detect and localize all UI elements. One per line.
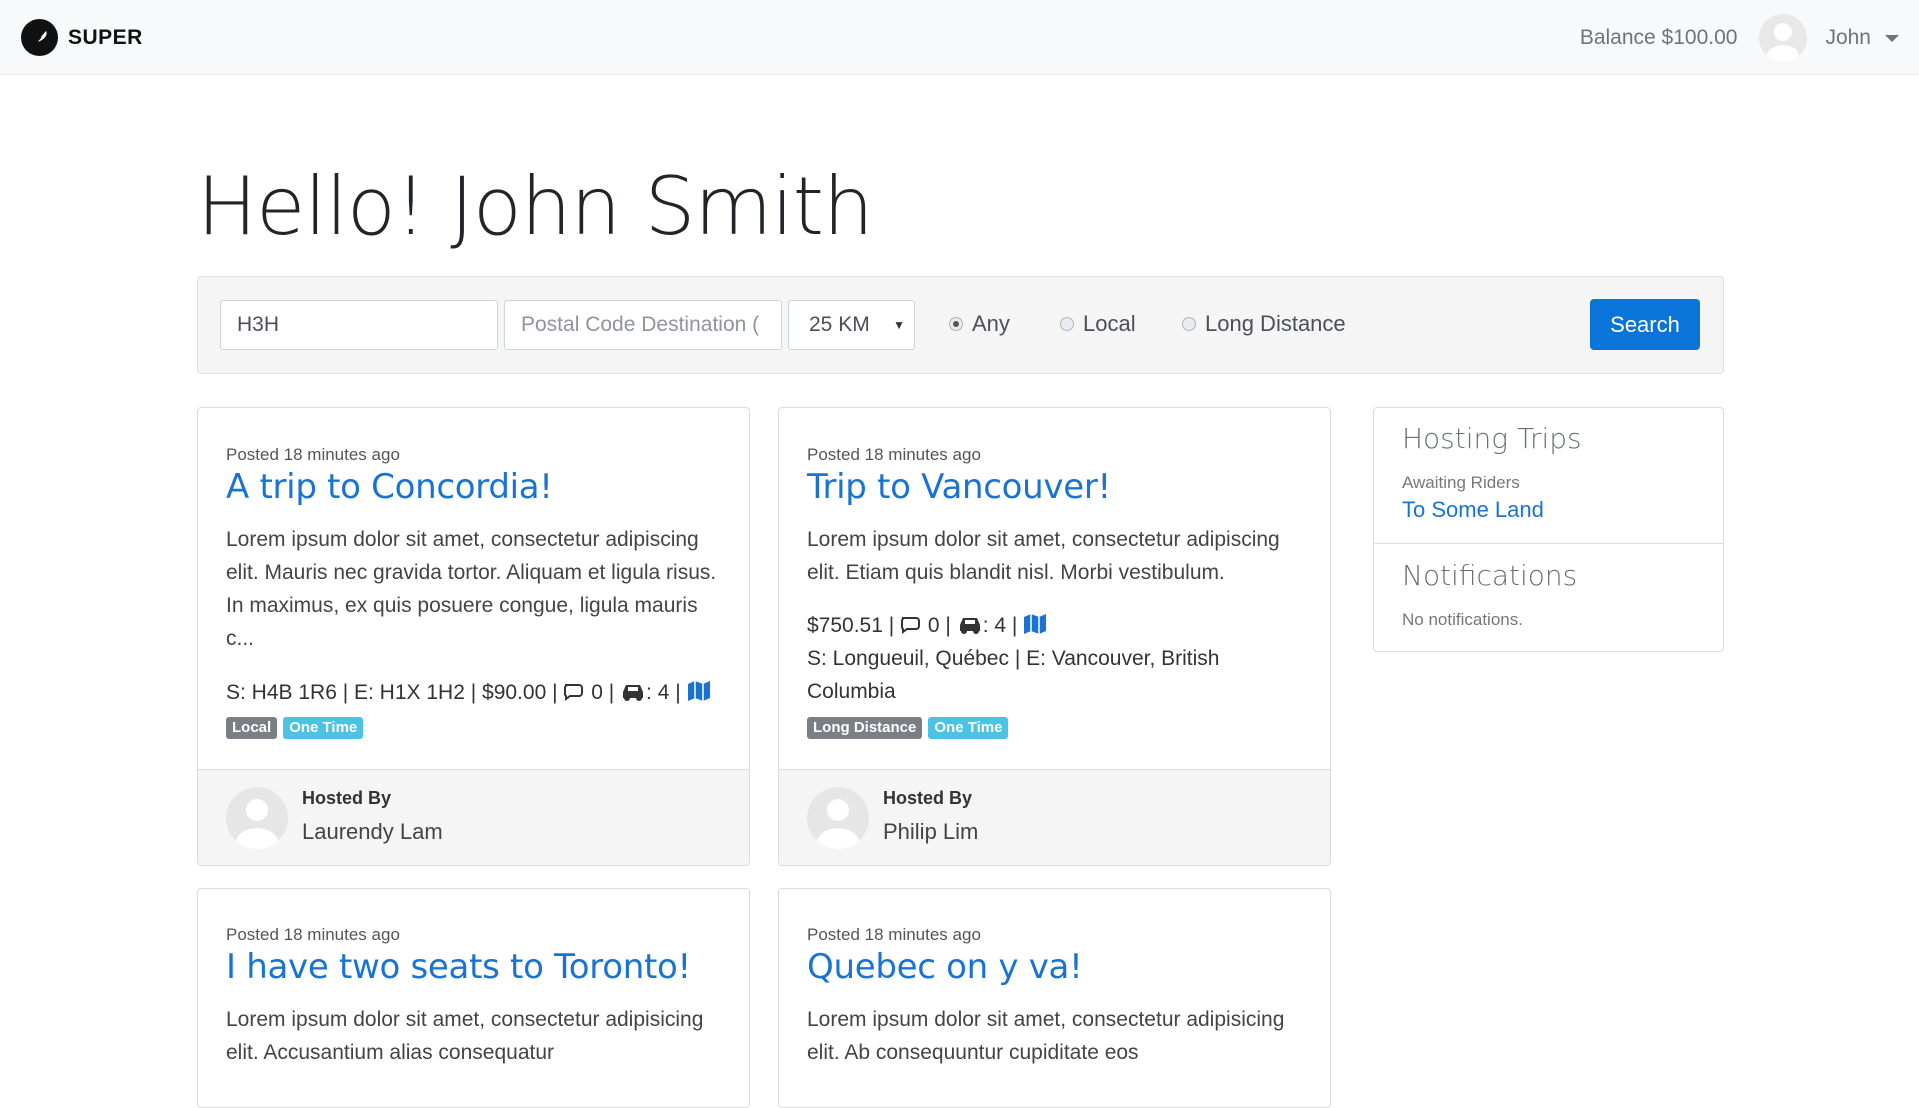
badge-frequency: One Time [928,717,1009,739]
trip-description: Lorem ipsum dolor sit amet, consectetur … [807,528,1280,584]
feather-logo-icon [21,19,58,56]
badge-type: Long Distance [807,717,923,739]
trip-description: Lorem ipsum dolor sit amet, consectetur … [226,1008,704,1064]
origin-postal-input[interactable] [220,300,498,350]
card-footer: Hosted By Philip Lim [779,769,1330,865]
radio-any[interactable]: Any [949,311,1010,337]
trip-meta: S: H4B 1R6 | E: H1X 1H2 | $90.00 | 0 | :… [226,676,723,709]
trip-meta: $750.51 | 0 | : 4 | S: Longueuil, Québec… [807,609,1304,708]
notifications-heading: Notifications [1402,559,1578,592]
posted-time: Posted 18 minutes ago [807,925,981,944]
host-avatar [226,787,288,849]
hosted-by-label: Hosted By [302,788,392,808]
trip-title[interactable]: A trip to Concordia! [226,467,553,507]
trip-badges: Local One Time [226,717,364,739]
destination-postal-input[interactable] [504,300,782,350]
search-button[interactable]: Search [1590,299,1700,350]
radio-long-distance[interactable]: Long Distance [1182,311,1346,337]
trip-badges: Long Distance One Time [807,717,1009,739]
car-icon [959,618,980,634]
card-footer: Hosted By Laurendy Lam [198,769,749,865]
car-icon [623,685,644,701]
map-icon[interactable] [687,680,711,702]
trip-title[interactable]: Quebec on y va! [807,947,1083,987]
comments-count: 0 [927,614,940,637]
dropdown-arrow-icon: ▼ [893,318,905,332]
radio-long-label: Long Distance [1205,311,1346,336]
brand[interactable]: SUPER [21,19,143,56]
navbar: SUPER Balance $100.00 John [0,0,1919,75]
seats-count: : 4 [982,614,1007,637]
notifications-empty-text: No notifications. [1402,610,1523,629]
radio-local[interactable]: Local [1060,311,1136,337]
trip-route: S: H4B 1R6 | E: H1X 1H2 | $90.00 | [226,681,558,704]
user-name[interactable]: John [1825,26,1871,50]
search-panel: 25 KM ▼ Any Local Long Distance Search [197,276,1724,374]
trip-description: Lorem ipsum dolor sit amet, consectetur … [807,1008,1285,1064]
badge-type: Local [226,717,278,739]
host-avatar [807,787,869,849]
comments-count: 0 [591,681,603,704]
balance-text: Balance $100.00 [1579,26,1738,49]
host-name: Philip Lim [883,819,979,844]
radio-local-label: Local [1083,311,1136,336]
trip-price: $750.51 | [807,614,895,637]
user-menu[interactable]: Balance $100.00 John [1580,13,1899,63]
radio-local-indicator[interactable] [1060,317,1074,331]
hosting-trips-heading: Hosting Trips [1402,422,1582,455]
hosted-trip-link[interactable]: To Some Land [1402,497,1544,523]
brand-name: SUPER [68,25,143,49]
trip-route: S: Longueuil, Québec | E: Vancouver, Bri… [807,647,1220,703]
distance-select[interactable]: 25 KM ▼ [788,300,915,350]
user-avatar[interactable] [1759,14,1808,62]
hosted-by-label: Hosted By [883,788,973,808]
chevron-down-icon[interactable] [1885,34,1899,42]
trip-card: Posted 18 minutes ago Quebec on y va! Lo… [778,888,1331,1108]
trip-card: Posted 18 minutes ago A trip to Concordi… [197,407,750,866]
trip-title[interactable]: Trip to Vancouver! [807,467,1111,507]
badge-frequency: One Time [283,717,364,739]
posted-time: Posted 18 minutes ago [226,445,400,464]
radio-long-indicator[interactable] [1182,317,1196,331]
comments-icon [564,684,584,701]
posted-time: Posted 18 minutes ago [226,925,400,944]
comments-icon [900,617,921,634]
host-name: Laurendy Lam [302,819,443,844]
sidebar: Hosting Trips Awaiting Riders To Some La… [1373,407,1724,652]
seats-count: : 4 [646,681,670,704]
map-icon[interactable] [1023,613,1047,635]
page-title: Hello! John Smith [197,160,874,253]
posted-time: Posted 18 minutes ago [807,445,981,464]
trip-card: Posted 18 minutes ago I have two seats t… [197,888,750,1108]
trip-description: Lorem ipsum dolor sit amet, consectetur … [226,528,717,650]
distance-value: 25 KM [809,313,870,336]
trip-card: Posted 18 minutes ago Trip to Vancouver!… [778,407,1331,866]
sidebar-divider [1374,543,1723,544]
trip-title[interactable]: I have two seats to Toronto! [226,947,691,987]
radio-any-indicator[interactable] [949,317,963,331]
awaiting-riders-label: Awaiting Riders [1402,473,1520,492]
radio-any-label: Any [972,311,1010,336]
